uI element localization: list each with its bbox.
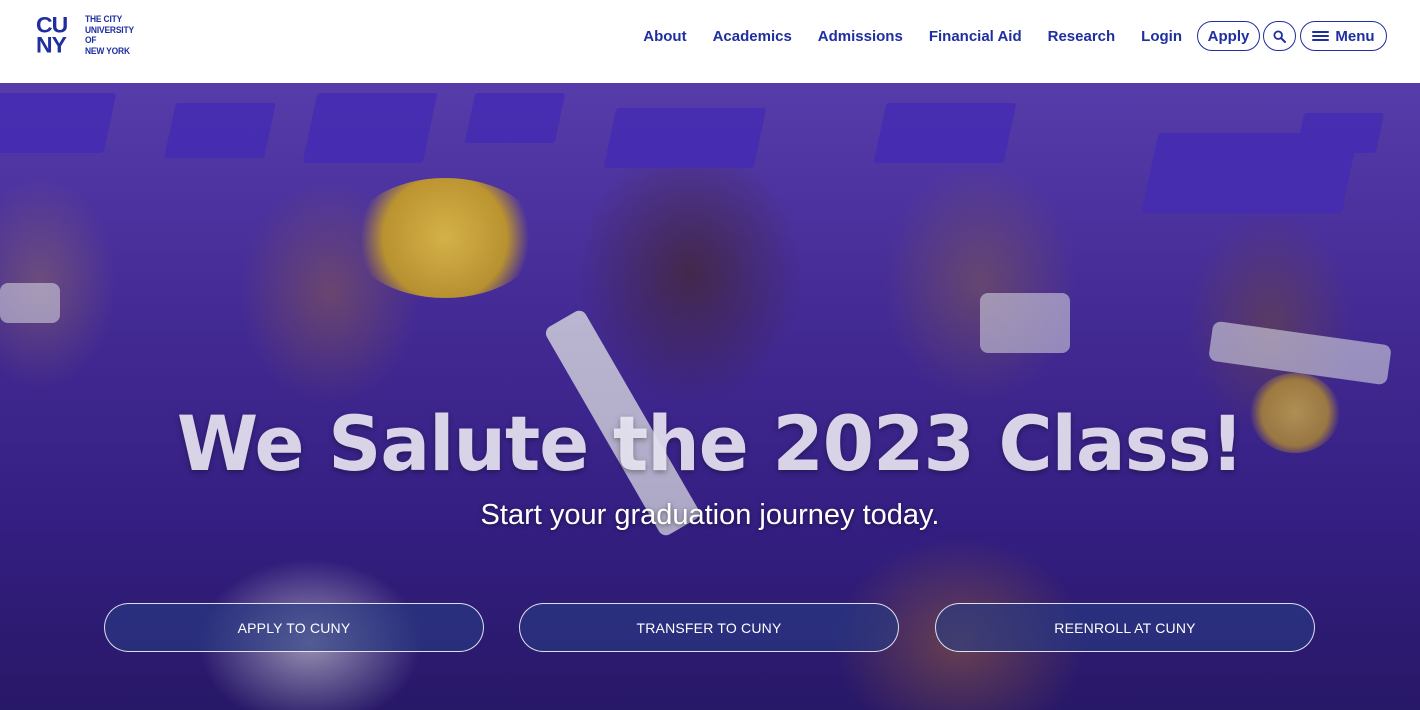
logo-line: NEW YORK [85,45,130,57]
hero-subheadline: Start your graduation journey today. [480,499,940,531]
search-button[interactable] [1263,21,1296,51]
nav-admissions[interactable]: Admissions [818,28,903,45]
nav-login[interactable]: Login [1141,28,1182,45]
logo-line: THE CITY [85,14,123,25]
nav-financial-aid[interactable]: Financial Aid [929,28,1022,45]
logo-mark-bottom: NY [36,32,67,58]
logo-wordmark: THE CITY UNIVERSITY OF NEW YORK [85,14,134,57]
hero-banner: We Salute the 2023 Class! Start your gra… [0,83,1420,710]
logo-line: OF [85,35,97,46]
nav-research[interactable]: Research [1048,28,1116,45]
apply-button[interactable]: Apply [1197,21,1260,51]
cuny-logo[interactable]: CU NY THE CITY UNIVERSITY OF NEW YORK [36,14,146,61]
logo-mark: CU NY [36,14,82,59]
site-header: CU NY THE CITY UNIVERSITY OF NEW YORK Ab… [0,0,1420,83]
menu-button[interactable]: Menu [1300,21,1387,51]
reenroll-at-cuny-button[interactable]: REENROLL AT CUNY [935,603,1315,652]
hamburger-icon [1312,30,1330,42]
main-nav: About Academics Admissions Financial Aid… [643,21,1387,51]
nav-about[interactable]: About [643,28,686,45]
transfer-to-cuny-button[interactable]: TRANSFER TO CUNY [519,603,899,652]
hero-headline: We Salute the 2023 Class! [176,399,1244,488]
search-icon [1273,29,1286,43]
menu-label: Menu [1335,27,1375,45]
nav-academics[interactable]: Academics [713,28,792,45]
apply-to-cuny-button[interactable]: APPLY TO CUNY [104,603,484,652]
